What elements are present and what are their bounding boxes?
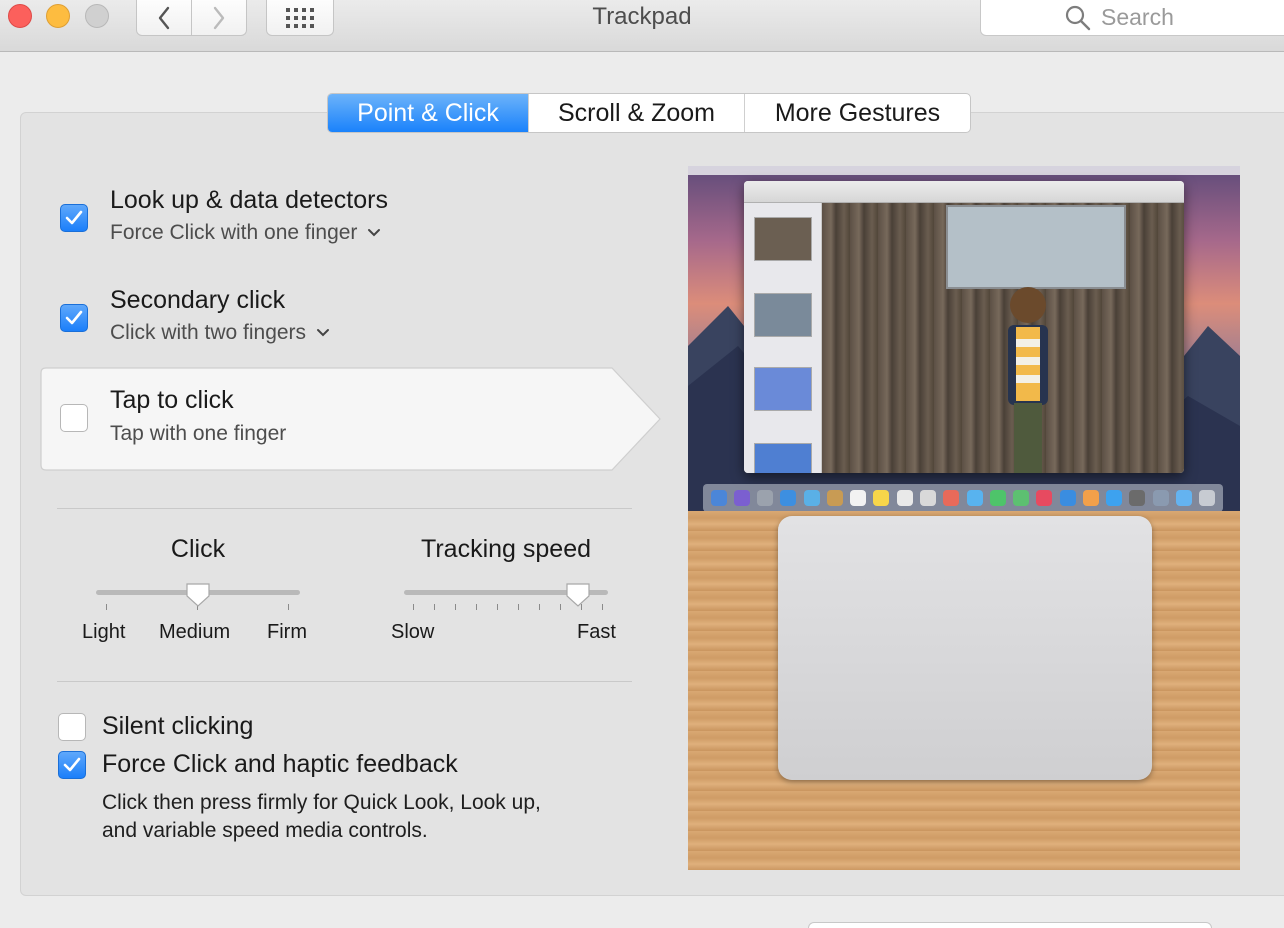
search-icon [1065, 5, 1091, 30]
lookup-popup[interactable]: Force Click with one finger [110, 221, 381, 245]
tab-point-click[interactable]: Point & Click [328, 94, 528, 132]
checkmark-icon [65, 210, 83, 225]
divider [57, 681, 632, 682]
search-field[interactable]: Search [980, 0, 1284, 36]
secondary-click-checkbox[interactable] [60, 304, 88, 332]
tap-to-click-checkbox[interactable] [60, 404, 88, 432]
tracking-speed-title: Tracking speed [421, 535, 591, 563]
force-click-label: Force Click and haptic feedback [102, 750, 458, 778]
person-figure [1008, 287, 1048, 473]
force-click-description: Click then press firmly for Quick Look, … [102, 789, 642, 845]
secondary-click-label: Secondary click [110, 286, 286, 314]
photo-wood-wall [822, 203, 1184, 473]
bottom-button-edge[interactable] [808, 922, 1212, 928]
preview-app-window [744, 181, 1184, 473]
gesture-preview-image [688, 166, 1240, 870]
photo-sign [946, 205, 1126, 289]
title-bar: Trackpad Search [0, 0, 1284, 52]
force-click-checkbox[interactable] [58, 751, 86, 779]
force-click-description-line2: and variable speed media controls. [102, 819, 428, 842]
force-click-description-line1: Click then press firmly for Quick Look, … [102, 791, 541, 814]
slider-tick [434, 604, 435, 610]
tap-to-click-sublabel: Tap with one finger [110, 422, 287, 445]
tab-scroll-zoom[interactable]: Scroll & Zoom [528, 94, 744, 132]
tracking-fast-label: Fast [577, 621, 616, 643]
tracking-speed-knob[interactable] [565, 582, 591, 608]
lookup-sublabel: Force Click with one finger [110, 221, 358, 244]
slider-tick [560, 604, 561, 610]
slider-tick [497, 604, 498, 610]
checkmark-icon [63, 757, 81, 772]
slider-tick [106, 604, 107, 610]
slider-tick [476, 604, 477, 610]
thumbnail [754, 367, 812, 411]
click-slider-title: Click [170, 535, 226, 563]
slider-tick [455, 604, 456, 610]
preview-app-toolbar [744, 181, 1184, 203]
secondary-click-sublabel: Click with two fingers [110, 321, 307, 344]
slider-tick [288, 604, 289, 610]
click-medium-label: Medium [159, 621, 231, 643]
divider [57, 508, 632, 509]
silent-clicking-checkbox[interactable] [58, 713, 86, 741]
preview-app-sidebar [744, 203, 822, 473]
lookup-checkbox[interactable] [60, 204, 88, 232]
click-firm-label: Firm [267, 621, 307, 643]
secondary-click-popup[interactable]: Click with two fingers [110, 321, 330, 345]
mini-menu-bar [688, 166, 1240, 175]
lookup-label: Look up & data detectors [110, 186, 388, 214]
chevron-down-icon [317, 329, 330, 337]
mini-dock [703, 484, 1223, 512]
tab-bar: Point & Click Scroll & Zoom More Gesture… [327, 93, 971, 133]
tap-to-click-label: Tap to click [110, 386, 234, 414]
click-slider-knob[interactable] [185, 582, 211, 608]
thumbnail [754, 217, 812, 261]
slider-tick [539, 604, 540, 610]
thumbnail [754, 293, 812, 337]
checkmark-icon [65, 310, 83, 325]
silent-clicking-label: Silent clicking [102, 712, 254, 740]
chevron-down-icon [368, 229, 381, 237]
slider-tick [413, 604, 414, 610]
search-placeholder: Search [1101, 4, 1174, 30]
click-light-label: Light [82, 621, 126, 643]
slider-tick [602, 604, 603, 610]
trackpad-illustration [778, 516, 1152, 780]
slider-tick [518, 604, 519, 610]
selected-option-highlight [40, 367, 661, 471]
tracking-slow-label: Slow [391, 621, 435, 643]
tab-more-gestures[interactable]: More Gestures [744, 94, 970, 132]
thumbnail [754, 443, 812, 473]
